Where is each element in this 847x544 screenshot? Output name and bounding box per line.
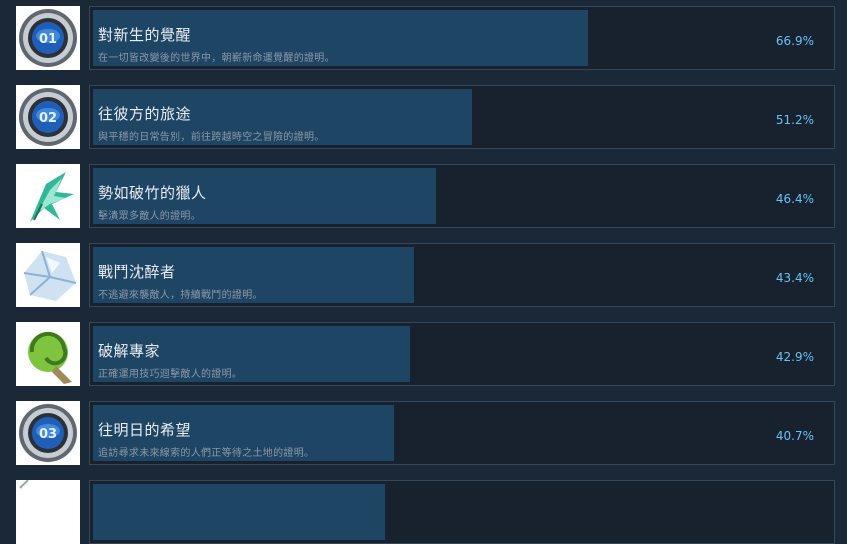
achievement-icon: 03: [16, 401, 80, 465]
achievement-icon: 02: [16, 85, 80, 149]
achievement-card[interactable]: 往彼方的旅途 與平穩的日常告別，前往跨越時空之冒險的證明。 51.2%: [89, 85, 835, 149]
achievement-description: 擊潰眾多敵人的證明。: [98, 211, 201, 222]
achievement-row[interactable]: 勢如破竹的獵人 擊潰眾多敵人的證明。 46.4%: [0, 159, 847, 228]
svg-text:02: 02: [39, 111, 57, 126]
achievement-title: 往明日的希望: [98, 421, 192, 439]
achievement-title: 對新生的覺醒: [98, 26, 192, 44]
achievement-percent: 66.9%: [775, 34, 814, 48]
svg-text:03: 03: [39, 427, 57, 442]
achievement-description: 追訪尋求未來線索的人們正等待之土地的證明。: [98, 448, 315, 459]
achievement-percent: 51.2%: [775, 113, 814, 127]
achievement-card[interactable]: [89, 480, 835, 544]
achievement-title: 戰鬥沈醉者: [98, 263, 176, 281]
achievement-title: 破解專家: [98, 342, 161, 360]
achievement-row[interactable]: 02 往彼方的旅途 與平穩的日常告別，前往跨越時空之冒險的證明。 51.2%: [0, 80, 847, 149]
achievement-card[interactable]: 往明日的希望 追訪尋求未來線索的人們正等待之土地的證明。 40.7%: [89, 401, 835, 465]
achievement-percent: 46.4%: [775, 192, 814, 206]
achievement-icon: [16, 322, 80, 386]
achievement-icon: [16, 164, 80, 228]
achievement-title: 勢如破竹的獵人: [98, 184, 207, 202]
achievement-row[interactable]: 破解專家 正確運用技巧迴擊敵人的證明。 42.9%: [0, 317, 847, 386]
progress-fill: [93, 484, 385, 540]
achievement-card[interactable]: 破解專家 正確運用技巧迴擊敵人的證明。 42.9%: [89, 322, 835, 386]
achievement-card[interactable]: 勢如破竹的獵人 擊潰眾多敵人的證明。 46.4%: [89, 164, 835, 228]
achievement-list: 01 對新生的覺醒 在一切皆改變後的世界中，朝嶄新命運覺醒的證明。 66.9% …: [0, 0, 847, 544]
achievement-row[interactable]: 戰鬥沈醉者 不逃避來襲敵人，持續戰鬥的證明。 43.4%: [0, 238, 847, 307]
achievement-description: 與平穩的日常告別，前往跨越時空之冒險的證明。: [98, 132, 325, 143]
achievement-description: 在一切皆改變後的世界中，朝嶄新命運覺醒的證明。: [98, 53, 335, 64]
achievement-card[interactable]: 戰鬥沈醉者 不逃避來襲敵人，持續戰鬥的證明。 43.4%: [89, 243, 835, 307]
achievement-title: 往彼方的旅途: [98, 105, 192, 123]
achievement-icon: [16, 480, 80, 544]
achievement-card[interactable]: 對新生的覺醒 在一切皆改變後的世界中，朝嶄新命運覺醒的證明。 66.9%: [89, 6, 835, 70]
achievement-percent: 43.4%: [775, 271, 814, 285]
svg-text:01: 01: [39, 32, 57, 47]
achievement-description: 不逃避來襲敵人，持續戰鬥的證明。: [98, 290, 263, 301]
achievement-percent: 42.9%: [775, 350, 814, 364]
achievement-row[interactable]: 03 往明日的希望 追訪尋求未來線索的人們正等待之土地的證明。 40.7%: [0, 396, 847, 465]
achievement-row[interactable]: 01 對新生的覺醒 在一切皆改變後的世界中，朝嶄新命運覺醒的證明。 66.9%: [0, 1, 847, 70]
achievement-description: 正確運用技巧迴擊敵人的證明。: [98, 369, 243, 380]
achievement-percent: 40.7%: [775, 429, 814, 443]
achievement-icon: [16, 243, 80, 307]
achievement-icon: 01: [16, 6, 80, 70]
